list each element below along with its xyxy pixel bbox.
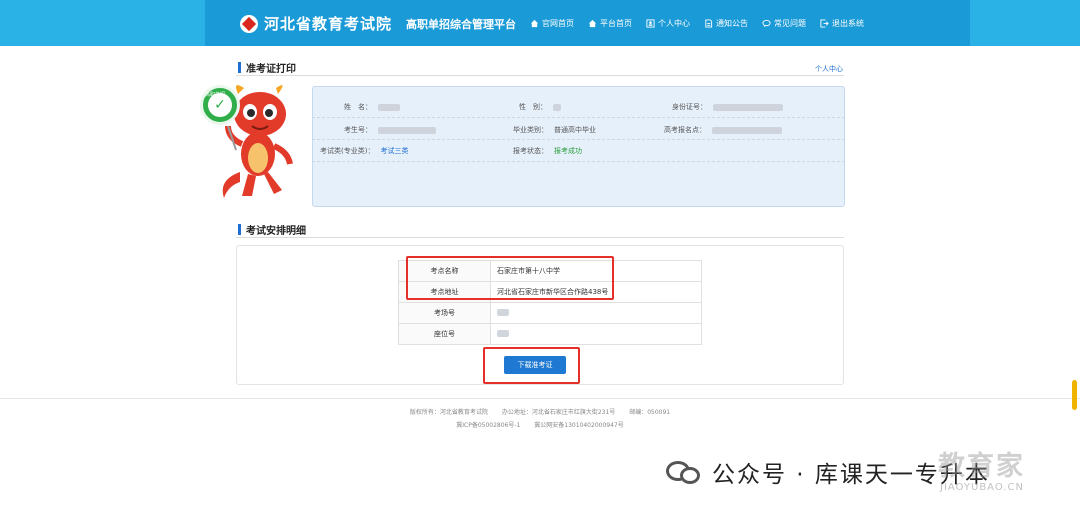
id-label: 身份证号： xyxy=(672,103,707,111)
section-divider xyxy=(236,237,844,238)
badge-label: 高职单招 xyxy=(205,92,226,98)
table-row: 座位号 xyxy=(398,323,702,345)
header-edge-left xyxy=(0,0,205,46)
section-title-text: 准考证打印 xyxy=(246,64,296,75)
name-label: 姓 名： xyxy=(344,103,372,111)
section-divider xyxy=(236,75,844,76)
nav-faq[interactable]: 常见问题 xyxy=(762,18,806,29)
seat-no-label: 座位号 xyxy=(398,323,491,345)
name-value-redacted xyxy=(378,103,400,111)
nav-label: 个人中心 xyxy=(658,18,690,28)
wechat-icon xyxy=(666,457,704,487)
home-icon xyxy=(588,19,597,27)
personal-center-link[interactable]: 个人中心 xyxy=(815,64,843,74)
section-marker xyxy=(238,224,241,235)
room-no-value xyxy=(490,302,702,324)
user-card-icon xyxy=(646,18,655,28)
ticket-section-title: 准考证打印 xyxy=(238,60,296,75)
highlight-box-download xyxy=(483,347,580,384)
row-divider xyxy=(312,161,845,162)
section-marker xyxy=(238,62,241,73)
footer-copyright: 版权所有：河北省教育考试院 xyxy=(409,409,488,416)
status-row: 报考状态： 报考成功 xyxy=(513,146,582,156)
exam-no-value-redacted xyxy=(378,126,436,134)
name-row: 姓 名： xyxy=(344,102,400,112)
main-nav: 官网首页 平台首页 个人中心 通知公告 常见问题 退出系统 xyxy=(530,0,864,46)
logout-icon xyxy=(820,18,829,28)
emblem-icon xyxy=(240,14,258,33)
nav-label: 官网首页 xyxy=(542,18,574,28)
footer-divider xyxy=(0,398,1080,399)
gender-label: 性 别： xyxy=(519,103,547,111)
gender-row: 性 别： xyxy=(519,102,561,112)
gender-value-redacted xyxy=(553,103,561,111)
scrollbar-thumb[interactable] xyxy=(1072,380,1077,410)
footer-police[interactable]: 冀公网安备13010402000947号 xyxy=(534,422,623,429)
footer-line-2: 冀ICP备05002806号-1 冀公网安备13010402000947号 xyxy=(0,420,1080,429)
seat-no-redacted xyxy=(497,329,509,337)
id-row: 身份证号： xyxy=(672,102,783,112)
category-value: 考试三类 xyxy=(380,147,409,155)
site-subtitle: 高职单招综合管理平台 xyxy=(406,17,517,31)
status-value: 报考成功 xyxy=(554,147,582,155)
section-title-text: 考试安排明细 xyxy=(246,226,306,237)
site-title: 河北省教育考试院 xyxy=(264,15,393,33)
nav-label: 常见问题 xyxy=(774,18,806,28)
grad-value: 普通高中毕业 xyxy=(554,126,596,134)
chat-icon xyxy=(762,19,771,27)
highlight-box-venue xyxy=(406,256,614,300)
nav-label: 平台首页 xyxy=(600,18,632,28)
nav-platform-home[interactable]: 平台首页 xyxy=(588,18,632,29)
row-divider xyxy=(312,117,845,118)
footer-icp[interactable]: 冀ICP备05002806号-1 xyxy=(456,422,520,429)
reg-no-row: 高考报名点： xyxy=(664,125,782,135)
nav-notices[interactable]: 通知公告 xyxy=(704,18,748,29)
header-edge-right xyxy=(970,0,1080,46)
category-row: 考试类(专业类)： 考试三类 xyxy=(320,146,408,156)
footer-postcode: 邮编：050091 xyxy=(629,409,671,416)
id-value-redacted xyxy=(713,103,783,111)
grad-label: 毕业类别： xyxy=(513,126,548,134)
nav-official-home[interactable]: 官网首页 xyxy=(530,18,574,29)
nav-logout[interactable]: 退出系统 xyxy=(820,18,864,29)
brand-watermark: 教育家 xyxy=(938,451,1025,482)
footer-address: 办公地址：河北省石家庄市红旗大街231号 xyxy=(501,409,616,416)
exam-no-row: 考生号： xyxy=(344,125,436,135)
room-no-label: 考场号 xyxy=(398,302,491,324)
status-label: 报考状态： xyxy=(513,147,548,155)
site-logo[interactable]: 河北省教育考试院 高职单招综合管理平台 xyxy=(240,13,516,34)
table-row: 考场号 xyxy=(398,302,702,324)
nav-label: 通知公告 xyxy=(716,18,748,28)
row-divider xyxy=(312,139,845,140)
category-label: 考试类(专业类)： xyxy=(320,147,375,155)
brand-watermark-sub: JIAOYUBAO.CN xyxy=(940,482,1024,493)
footer-line-1: 版权所有：河北省教育考试院 办公地址：河北省石家庄市红旗大街231号 邮编：05… xyxy=(0,407,1080,416)
home-icon xyxy=(530,19,539,27)
grad-row: 毕业类别： 普通高中毕业 xyxy=(513,125,596,135)
seat-no-value xyxy=(490,323,702,345)
room-no-redacted xyxy=(497,308,509,316)
document-icon xyxy=(705,18,713,28)
arrangement-section-title: 考试安排明细 xyxy=(238,222,306,237)
reg-no-value-redacted xyxy=(712,126,782,134)
exam-no-label: 考生号： xyxy=(344,126,372,134)
reg-no-label: 高考报名点： xyxy=(664,126,706,134)
nav-label: 退出系统 xyxy=(832,18,864,28)
nav-personal-center[interactable]: 个人中心 xyxy=(646,18,690,29)
top-header: 河北省教育考试院 高职单招综合管理平台 官网首页 平台首页 个人中心 通知公告 … xyxy=(0,0,1080,46)
